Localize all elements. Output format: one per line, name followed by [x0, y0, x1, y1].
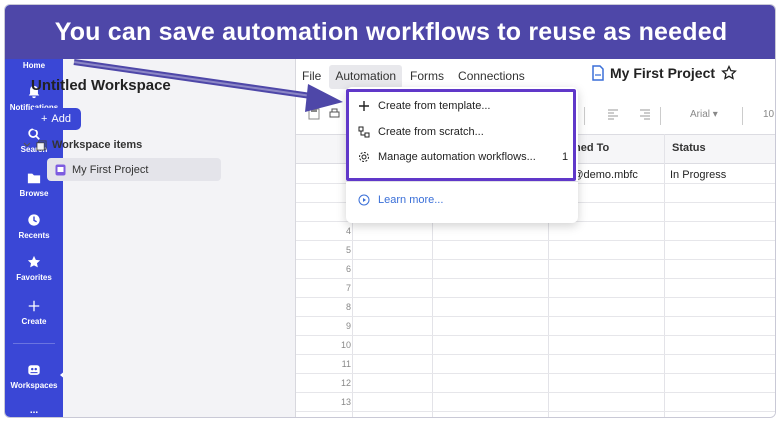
left-nav: Home Notifications Search Browse Recents…	[5, 5, 66, 417]
project-title: My First Project	[592, 65, 737, 81]
pages-icon	[36, 139, 47, 151]
row-number: 5	[345, 245, 351, 255]
folder-icon	[27, 173, 41, 184]
row-number: 7	[345, 283, 351, 293]
nav-recents[interactable]: Recents	[5, 213, 63, 240]
workspace-items-section[interactable]: Workspace items	[23, 139, 142, 151]
workspaces-icon	[28, 365, 40, 375]
menu-file[interactable]: File	[296, 65, 327, 89]
row-number: 11	[341, 359, 351, 369]
add-button-label: Add	[51, 113, 71, 125]
workspace-items-label: Workspace items	[52, 139, 143, 151]
sheet-icon	[55, 164, 66, 175]
print-icon[interactable]	[328, 108, 340, 120]
font-select[interactable]: Arial ▾	[690, 109, 718, 120]
nav-home-label: Home	[22, 61, 46, 70]
align-left-icon[interactable]	[607, 108, 619, 120]
nav-workspaces[interactable]: Workspaces	[5, 363, 63, 390]
row-number: 3	[296, 207, 351, 217]
cell-status[interactable]: In Progress	[670, 169, 726, 181]
table-row: 9	[296, 317, 775, 336]
table-row: 10	[296, 336, 775, 355]
favorite-star-icon[interactable]	[721, 65, 737, 81]
highlight-box	[346, 89, 576, 181]
add-button[interactable]: + Add	[31, 108, 81, 130]
plus-icon: +	[40, 113, 48, 125]
nav-divider	[13, 343, 55, 344]
dropdown-divider	[346, 181, 578, 182]
menu-automation[interactable]: Automation	[329, 65, 403, 89]
toolbar-divider	[584, 107, 585, 125]
nav-create-label: Create	[21, 317, 47, 326]
star-icon	[27, 255, 41, 268]
table-row: 5	[296, 241, 775, 260]
table-row: 6	[296, 260, 775, 279]
nav-more[interactable]: ...	[5, 405, 63, 416]
play-icon	[358, 194, 370, 206]
project-label: My First Project	[72, 163, 149, 176]
menu-item-learn-more[interactable]: Learn more...	[358, 194, 443, 206]
table-row: 11	[296, 355, 775, 374]
nav-favorites-label: Favorites	[16, 273, 52, 282]
menu-forms[interactable]: Forms	[404, 65, 450, 89]
table-row: 7	[296, 279, 775, 298]
align-right-icon[interactable]	[639, 108, 651, 120]
font-select-value: Arial	[690, 108, 711, 120]
nav-recents-label: Recents	[18, 231, 50, 240]
nav-browse-label: Browse	[19, 189, 49, 198]
nav-favorites[interactable]: Favorites	[5, 255, 63, 282]
menu-bar: File Automation Forms Connections	[296, 65, 533, 89]
workspace-panel	[63, 5, 295, 417]
table-row: 8	[296, 298, 775, 317]
nav-home[interactable]: Home	[5, 61, 63, 70]
column-header-status[interactable]: Status	[672, 142, 706, 154]
nav-create[interactable]: Create	[5, 299, 63, 326]
column-header-assigned-to[interactable]: ned To	[574, 142, 609, 154]
menu-connections[interactable]: Connections	[452, 65, 531, 89]
font-size-select[interactable]: 10	[763, 109, 774, 120]
chevron-down-icon	[23, 142, 31, 147]
table-row: 12	[296, 374, 775, 393]
toolbar-divider	[742, 107, 743, 125]
toolbar-divider	[660, 107, 661, 125]
save-icon[interactable]	[308, 108, 320, 120]
row-number: 13	[340, 397, 351, 407]
project-title-text: My First Project	[610, 65, 716, 81]
table-row: 13	[296, 393, 775, 412]
nav-workspaces-label: Workspaces	[10, 381, 58, 390]
sidebar-item-my-first-project[interactable]: My First Project	[47, 158, 221, 181]
row-number: 12	[340, 378, 351, 388]
learn-more-label: Learn more...	[378, 194, 444, 206]
plus-icon	[28, 300, 40, 312]
table-row: 4	[296, 222, 775, 241]
row-number: 6	[345, 264, 351, 274]
row-number: 4	[345, 226, 351, 236]
row-number: 2	[296, 188, 351, 198]
clock-icon	[28, 214, 40, 226]
row-number: 8	[345, 302, 351, 312]
row-number: 9	[345, 321, 351, 331]
row-number: 1	[296, 169, 351, 179]
tutorial-banner: You can save automation workflows to reu…	[5, 5, 775, 59]
workspace-title: Untitled Workspace	[31, 77, 171, 94]
row-number: 10	[340, 340, 351, 350]
sheet-icon	[592, 65, 604, 81]
